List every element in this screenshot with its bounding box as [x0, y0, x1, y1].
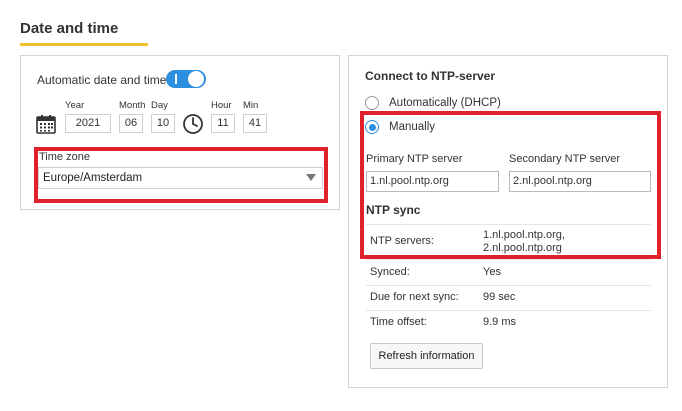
min-field[interactable]: 41: [243, 114, 267, 133]
option-auto-label: Automatically (DHCP): [389, 97, 501, 109]
year-label: Year: [65, 100, 85, 111]
highlight-box-timezone: [34, 147, 328, 203]
synced-value: Yes: [483, 266, 501, 278]
divider: [366, 259, 651, 260]
time-offset-value: 9.9 ms: [483, 316, 517, 328]
auto-date-time-label: Automatic date and time: [37, 73, 167, 87]
divider: [366, 285, 651, 286]
hour-label: Hour: [211, 100, 232, 111]
page-title: Date and time: [20, 20, 119, 37]
day-label: Day: [151, 100, 168, 111]
highlight-box-ntp: [360, 111, 661, 259]
refresh-information-button[interactable]: Refresh information: [370, 343, 483, 369]
toggle-knob: [188, 71, 204, 87]
radio-auto-dhcp[interactable]: [365, 96, 379, 110]
ntp-title: Connect to NTP-server: [365, 69, 496, 83]
toggle-on-indicator: [175, 74, 177, 84]
synced-label: Synced:: [370, 266, 410, 278]
hour-field[interactable]: 11: [211, 114, 235, 133]
title-underline: [20, 43, 148, 46]
month-field[interactable]: 06: [119, 114, 143, 133]
divider: [366, 310, 651, 311]
clock-icon: [182, 113, 204, 140]
day-field[interactable]: 10: [151, 114, 175, 133]
time-offset-label: Time offset:: [370, 316, 427, 328]
month-label: Month: [119, 100, 146, 111]
calendar-icon: [36, 114, 56, 139]
year-field[interactable]: 2021: [65, 114, 111, 133]
next-sync-label: Due for next sync:: [370, 291, 459, 303]
min-label: Min: [243, 100, 259, 111]
next-sync-value: 99 sec: [483, 291, 516, 303]
